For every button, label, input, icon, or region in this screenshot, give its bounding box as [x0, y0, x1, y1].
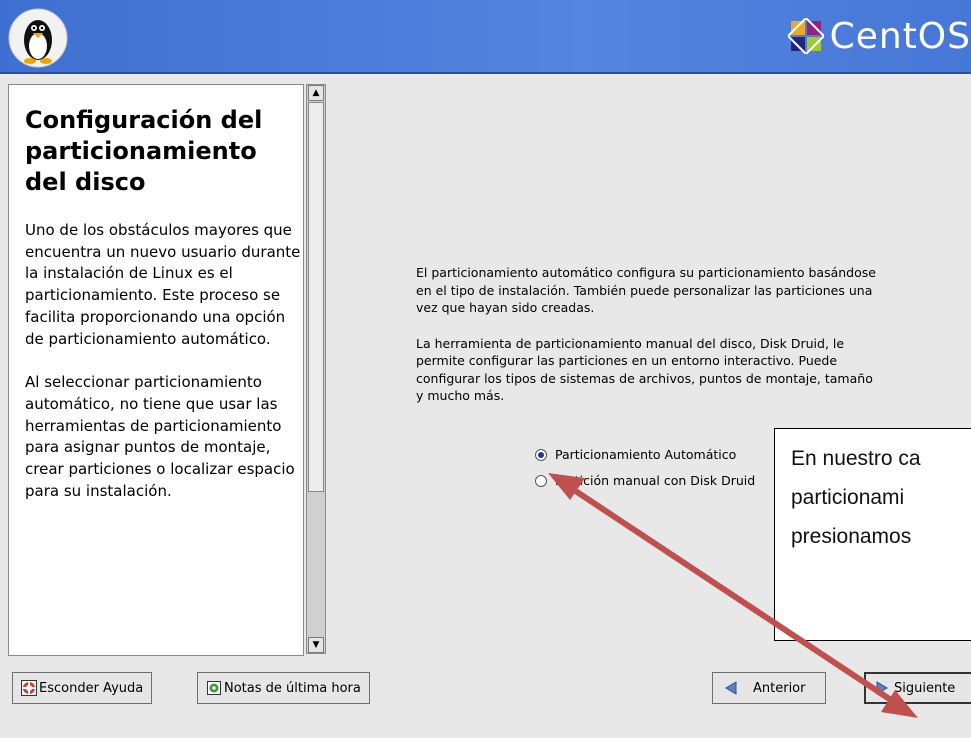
help-paragraph-1: Uno de los obstáculos mayores que encuen… — [25, 221, 301, 348]
next-button[interactable]: Siguiente — [864, 672, 971, 704]
radio-selected-icon[interactable] — [535, 448, 547, 461]
scroll-thumb[interactable] — [308, 102, 324, 492]
help-panel: Configuración del particionamiento del d… — [8, 84, 304, 656]
logo-text: CentOS — [829, 15, 971, 57]
lifebuoy-icon — [21, 680, 37, 696]
back-button[interactable]: Anterior — [712, 672, 826, 704]
tux-penguin-icon — [8, 8, 68, 68]
release-notes-icon — [207, 681, 221, 695]
next-label[interactable]: Siguiente — [894, 681, 955, 696]
release-notes-button[interactable]: Notas de última hora — [197, 672, 370, 704]
centos-emblem-icon — [787, 18, 824, 54]
back-label[interactable]: Anterior — [753, 681, 805, 696]
annotation-callout: En nuestro ca particionami presionamos — [774, 428, 971, 641]
help-paragraph-2: Al seleccionar particionamiento automáti… — [25, 373, 295, 500]
help-scrollbar[interactable]: ▲ ▼ — [306, 84, 326, 654]
scroll-up-button[interactable]: ▲ — [308, 85, 324, 101]
hide-help-label[interactable]: Esconder Ayuda — [39, 681, 143, 696]
main-paragraph-1: El particionamiento automático configura… — [416, 265, 876, 315]
scroll-down-button[interactable]: ▼ — [308, 637, 324, 653]
radio-label-automatic[interactable]: Particionamiento Automático — [555, 447, 736, 462]
centos-logo: CentOS — [787, 14, 971, 58]
radio-automatic-partitioning[interactable]: Particionamiento Automático — [535, 447, 736, 462]
top-banner: CentOS — [0, 0, 971, 72]
radio-unselected-icon[interactable] — [535, 474, 547, 487]
left-arrow-icon — [725, 681, 737, 695]
callout-line-1: En nuestro ca — [791, 447, 921, 470]
callout-line-2: particionami — [791, 486, 905, 509]
main-description: El particionamiento automático configura… — [416, 264, 876, 405]
banner-divider — [0, 72, 971, 74]
right-arrow-icon — [876, 681, 888, 695]
help-title: Configuración del particionamiento del d… — [25, 106, 263, 196]
callout-line-3: presionamos — [791, 525, 912, 548]
radio-manual-partitioning[interactable]: Partición manual con Disk Druid — [535, 473, 755, 488]
hide-help-button[interactable]: Esconder Ayuda — [12, 672, 153, 704]
radio-label-manual[interactable]: Partición manual con Disk Druid — [555, 473, 755, 488]
main-paragraph-2: La herramienta de particionamiento manua… — [416, 335, 873, 404]
release-notes-label[interactable]: Notas de última hora — [224, 681, 361, 696]
